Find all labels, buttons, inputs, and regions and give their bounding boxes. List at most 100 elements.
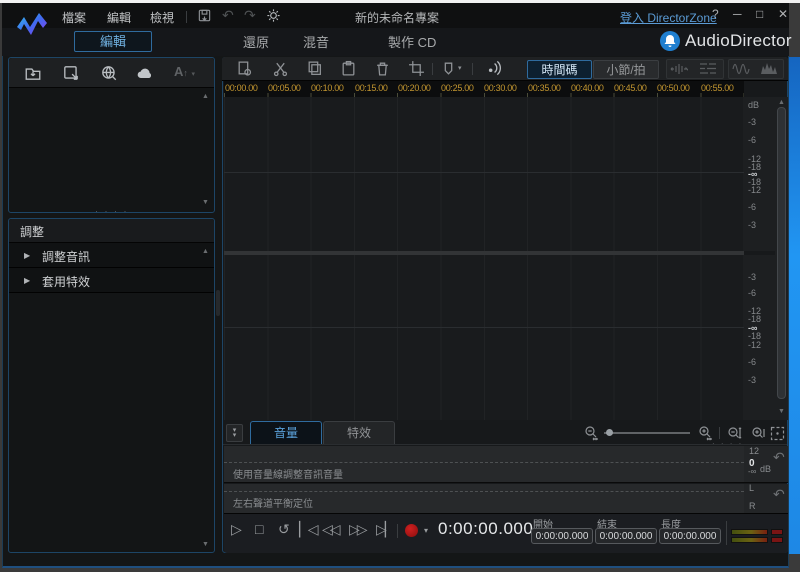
waveform-canvas[interactable]	[224, 97, 744, 420]
fit-to-window-icon[interactable]	[770, 426, 785, 441]
save-icon[interactable]	[197, 8, 212, 28]
loop-button[interactable]: ↺	[278, 521, 290, 538]
library-scroll-down[interactable]: ▼	[202, 199, 209, 206]
wave-scroll-thumb[interactable]	[777, 107, 786, 399]
db-label: -12	[748, 340, 761, 350]
adjust-scroll-down[interactable]: ▼	[202, 541, 209, 548]
tab-edit[interactable]: 編輯	[74, 31, 152, 52]
add-marker-icon[interactable]	[440, 60, 457, 82]
record-button[interactable]	[405, 524, 418, 537]
tab-restore[interactable]: 還原	[243, 32, 269, 51]
wave-scroll-down[interactable]: ▼	[778, 408, 785, 415]
reset-volume-icon[interactable]: ↶	[773, 449, 785, 466]
column-splitter-handle[interactable]	[216, 290, 220, 316]
tab-effects[interactable]: 特效	[323, 421, 395, 444]
menu-file[interactable]: 檔案	[62, 9, 86, 26]
play-button[interactable]: ▷	[231, 521, 242, 538]
record-dropdown-arrow[interactable]: ▾	[424, 526, 428, 535]
settings-gear-icon[interactable]	[266, 8, 281, 28]
ruler-tick: 00:05.00	[268, 83, 301, 93]
paste-icon[interactable]	[340, 60, 357, 82]
playhead-time-display: 0:00:00.000	[438, 519, 533, 539]
transport-separator	[726, 521, 727, 545]
cloud-icon[interactable]	[136, 65, 156, 86]
stop-button[interactable]: □	[255, 521, 263, 537]
apply-effects-row[interactable]	[9, 268, 214, 293]
undo-icon[interactable]: ↶	[222, 7, 234, 24]
volume-envelope-strip[interactable]: 使用音量線調整音訊音量	[224, 446, 744, 483]
db-scale-channel2: -3 -6 -12 -18 -∞ -18 -12 -6 -3	[744, 255, 776, 420]
window-title: 新的未命名專案	[355, 9, 439, 26]
panel-splitter-handle[interactable]: · · · ·	[95, 206, 129, 216]
time-ruler[interactable]: 00:00.00 00:05.00 00:10.00 00:15.00 00:2…	[224, 81, 744, 97]
trim-icon[interactable]	[408, 60, 425, 82]
wave-scroll-up[interactable]: ▲	[778, 99, 785, 106]
ruler-tick: 00:00.00	[225, 83, 258, 93]
zoom-out-horizontal-icon[interactable]	[583, 425, 601, 446]
end-time-field[interactable]: 0:00:00.000	[595, 528, 657, 544]
stretch-waveform-icon[interactable]	[670, 62, 688, 81]
zoom-in-vertical-icon[interactable]	[750, 425, 766, 446]
go-to-start-button[interactable]: ▏◁	[299, 521, 317, 538]
chevron-down-icon: ▾	[227, 433, 242, 438]
app-logo-icon	[13, 9, 53, 49]
tab-volume[interactable]: 音量	[250, 421, 322, 444]
toolbar-separator	[432, 63, 433, 75]
start-time-field[interactable]: 0:00:00.000	[531, 528, 593, 544]
volume-envelope-line[interactable]	[224, 462, 744, 463]
tab-create-cd[interactable]: 製作 CD	[388, 32, 436, 51]
import-media-icon[interactable]	[24, 64, 42, 87]
clip-indicator-left[interactable]	[771, 529, 783, 535]
go-to-end-button[interactable]: ▷▏	[376, 521, 394, 538]
pan-envelope-line[interactable]	[224, 491, 744, 492]
db-scale-channel1: dB -3 -6 -12 -18 -∞ -18 -12 -6 -3	[744, 97, 776, 251]
adjust-audio-row[interactable]	[9, 243, 214, 268]
timecode-toggle-button[interactable]: 時間碼	[527, 60, 592, 79]
pan-envelope-hint: 左右聲道平衡定位	[233, 495, 313, 510]
maximize-button[interactable]: □	[756, 7, 763, 21]
adjust-audio-label[interactable]: 調整音訊	[42, 248, 90, 265]
length-time-field[interactable]: 0:00:00.000	[659, 528, 721, 544]
level-meter-right	[731, 537, 768, 543]
notification-bell-icon[interactable]	[660, 31, 680, 51]
rewind-button[interactable]: ◁◁	[322, 521, 338, 538]
pan-envelope-strip[interactable]: 左右聲道平衡定位	[224, 484, 744, 513]
db-label: -6	[748, 202, 756, 212]
adjust-scroll-up[interactable]: ▲	[202, 248, 209, 255]
cut-icon[interactable]	[272, 60, 289, 82]
db-label: -6	[748, 357, 756, 367]
menu-edit[interactable]: 編輯	[107, 9, 131, 26]
db-label: -3	[748, 117, 756, 127]
copy-icon[interactable]	[306, 60, 323, 82]
clip-indicator-right[interactable]	[771, 537, 783, 543]
close-button[interactable]: ✕	[778, 7, 788, 21]
collapse-panel-button[interactable]: ▾ ▾	[226, 424, 243, 442]
apply-effects-label[interactable]: 套用特效	[42, 273, 90, 290]
zoom-slider-handle[interactable]	[606, 429, 613, 436]
menu-view[interactable]: 檢視	[150, 9, 174, 26]
waveform-view-icon[interactable]	[732, 62, 750, 80]
track-properties-icon[interactable]	[236, 60, 253, 82]
download-directorzone-icon[interactable]	[100, 64, 118, 87]
multitrack-edit-icon[interactable]	[698, 61, 718, 81]
pan-scale-left: L	[749, 483, 754, 493]
library-scroll-up[interactable]: ▲	[202, 93, 209, 100]
reset-pan-icon[interactable]: ↶	[773, 486, 785, 503]
text-to-speech-icon[interactable]: A↑ ▾	[174, 64, 195, 79]
bars-beats-toggle-button[interactable]: 小節/拍	[593, 60, 659, 79]
delete-icon[interactable]	[374, 60, 391, 82]
fast-forward-button[interactable]: ▷▷	[349, 521, 365, 538]
login-directorzone-link[interactable]: 登入 DirectorZone	[620, 9, 717, 26]
help-button[interactable]: ?	[712, 7, 719, 21]
export-audio-icon[interactable]	[62, 64, 80, 87]
tab-mix[interactable]: 混音	[303, 32, 329, 51]
spectral-view-icon[interactable]	[760, 61, 778, 80]
volume-envelope-hint: 使用音量線調整音訊音量	[233, 466, 343, 481]
redo-icon[interactable]: ↷	[244, 7, 256, 24]
bottom-splitter-handle[interactable]: · · · ·	[712, 439, 743, 448]
channel-divider[interactable]	[224, 251, 744, 255]
loudness-meter-icon[interactable]	[484, 59, 504, 82]
minimize-button[interactable]: ─	[733, 7, 742, 21]
zoom-slider-track[interactable]	[604, 432, 690, 434]
marker-dropdown-arrow[interactable]: ▾	[458, 64, 462, 72]
